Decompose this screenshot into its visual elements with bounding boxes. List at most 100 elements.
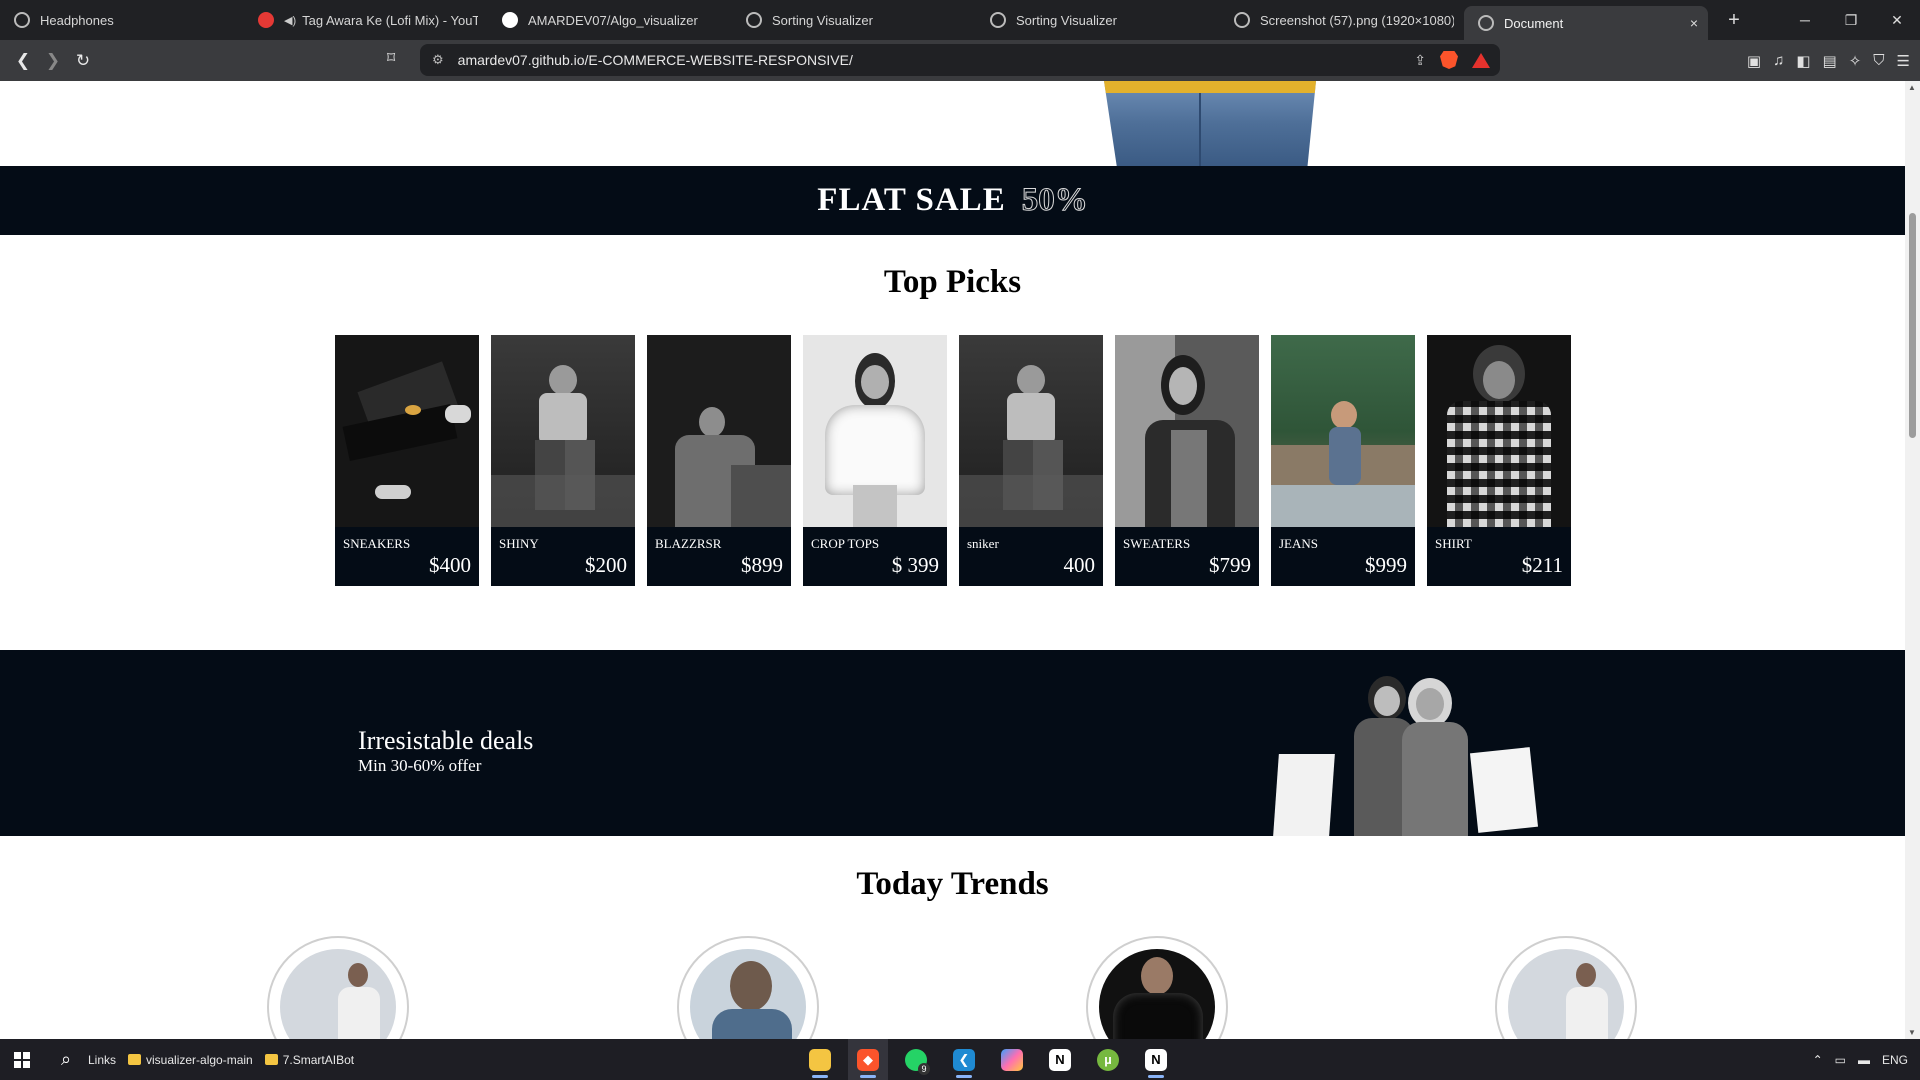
notion-app[interactable]: N — [1040, 1039, 1080, 1080]
youtube-icon — [258, 12, 274, 28]
browser-tab-strip: Headphones ◀) Tag Awara Ke (Lofi Mix) - … — [0, 0, 1920, 40]
battery-icon[interactable]: ▬ — [1858, 1053, 1870, 1067]
folder-label: visualizer-algo-main — [146, 1052, 253, 1067]
trend-item[interactable] — [1495, 936, 1637, 1039]
copilot-app[interactable] — [992, 1039, 1032, 1080]
brave-app[interactable]: ◆ — [848, 1039, 888, 1080]
top-picks-grid: SNEAKERS $400 SHINY $200 BLAZZRSR $899 C… — [335, 335, 1571, 586]
tab-screenshot[interactable]: Screenshot (57).png (1920×1080) — [1220, 4, 1464, 36]
trend-item[interactable] — [677, 936, 819, 1039]
speaker-icon[interactable]: ◀) — [284, 14, 296, 27]
tab-title: Screenshot (57).png (1920×1080) — [1260, 12, 1454, 28]
product-image — [803, 335, 947, 527]
flat-sale-text: FLAT SALE — [817, 182, 1006, 218]
product-card[interactable]: SHINY $200 — [491, 335, 635, 586]
site-settings-icon[interactable]: ⚙ — [432, 52, 444, 68]
notion-icon: N — [1049, 1048, 1071, 1071]
utorrent-icon: µ — [1097, 1048, 1119, 1071]
folder-icon — [128, 1054, 142, 1065]
product-card[interactable]: SNEAKERS $400 — [335, 335, 479, 586]
product-name: JEANS — [1279, 536, 1319, 551]
shopping-girls-image — [1273, 672, 1540, 836]
product-price: $899 — [741, 553, 783, 577]
brave-shields-icon[interactable] — [1440, 51, 1458, 69]
deals-heading: Irresistable deals — [358, 726, 534, 755]
whatsapp-app[interactable]: 9 — [896, 1039, 936, 1080]
trend-item[interactable] — [1086, 936, 1228, 1039]
trend-image — [1099, 949, 1215, 1039]
deals-subtitle: Min 30-60% offer — [358, 756, 482, 775]
scrollbar-thumb[interactable] — [1909, 213, 1916, 438]
tab-title: Sorting Visualizer — [772, 12, 873, 28]
vscode-icon: ❮ — [953, 1048, 975, 1071]
forward-icon[interactable]: ❯ — [38, 46, 68, 76]
browser-toolbar: ❮ ❯ ↻ ⌑ ⚙ amardev07.github.io/E-COMMERCE… — [0, 40, 1920, 81]
page-scrollbar[interactable]: ▲ ▼ — [1905, 81, 1920, 1039]
wallet-icon[interactable]: ▤ — [1823, 52, 1837, 70]
product-card[interactable]: CROP TOPS $ 399 — [803, 335, 947, 586]
notion-app-2[interactable]: N — [1136, 1039, 1176, 1080]
restore-icon[interactable]: ❐ — [1828, 0, 1874, 40]
minimize-icon[interactable]: ─ — [1782, 0, 1828, 40]
menu-icon[interactable]: ☰ — [1897, 52, 1910, 70]
scroll-up-icon[interactable]: ▲ — [1908, 83, 1916, 92]
windows-taskbar: ⌕ Links visualizer-algo-main 7.SmartAIBo… — [0, 1039, 1920, 1080]
tab-document[interactable]: Document × — [1464, 6, 1708, 40]
bookmark-icon[interactable]: ⌑ — [387, 48, 395, 68]
media-icon[interactable]: ♫ — [1773, 52, 1784, 69]
product-card[interactable]: SWEATERS $799 — [1115, 335, 1259, 586]
system-tray: ⌃ ▭ ▬ ENG — [1813, 1039, 1908, 1080]
search-icon[interactable]: ⌕ — [44, 1039, 88, 1080]
pinned-apps: ◆ 9 ❮ N µ N — [800, 1039, 1176, 1080]
brave-rewards-icon[interactable] — [1472, 52, 1490, 68]
product-name: SHINY — [499, 536, 539, 551]
tab-headphones[interactable]: Headphones — [0, 4, 244, 36]
globe-icon — [1234, 12, 1250, 28]
share-icon[interactable]: ⇪ — [1414, 52, 1426, 69]
product-name: SNEAKERS — [343, 536, 411, 551]
sidebar-icon[interactable]: ◧ — [1796, 52, 1810, 70]
screenshot-icon[interactable]: ▣ — [1747, 52, 1761, 70]
close-tab-icon[interactable]: × — [1690, 15, 1698, 31]
address-bar[interactable]: ⚙ amardev07.github.io/E-COMMERCE-WEBSITE… — [420, 44, 1500, 76]
web-page: FLAT SALE 50% Top Picks SNEAKERS $400 SH… — [0, 81, 1905, 1039]
url-text[interactable]: amardev07.github.io/E-COMMERCE-WEBSITE-R… — [458, 52, 853, 68]
trend-item[interactable] — [267, 936, 409, 1039]
chevron-up-icon[interactable]: ⌃ — [1813, 1053, 1823, 1067]
links-toolbar-label: Links — [88, 1052, 117, 1067]
start-button[interactable] — [0, 1039, 44, 1080]
tab-sorting-visualizer-2[interactable]: Sorting Visualizer — [976, 4, 1220, 36]
reload-icon[interactable]: ↻ — [68, 46, 98, 76]
product-card[interactable]: sniker 400 — [959, 335, 1103, 586]
vpn-icon[interactable]: ⛉ — [1873, 52, 1884, 69]
product-card[interactable]: BLAZZRSR $899 — [647, 335, 791, 586]
back-icon[interactable]: ❮ — [8, 46, 38, 76]
notification-badge: 9 — [918, 1063, 930, 1075]
leo-ai-icon[interactable]: ✧ — [1849, 52, 1862, 70]
product-image — [1271, 335, 1415, 527]
taskbar-folder-smartaibot[interactable]: 7.SmartAIBot — [264, 1052, 355, 1067]
top-picks-title: Top Picks — [883, 264, 1022, 300]
tab-title: Tag Awara Ke (Lofi Mix) - YouTube — [302, 12, 478, 28]
product-card[interactable]: SHIRT $211 — [1427, 335, 1571, 586]
tab-youtube[interactable]: ◀) Tag Awara Ke (Lofi Mix) - YouTube — [244, 4, 488, 36]
copilot-icon — [1001, 1048, 1023, 1071]
utorrent-app[interactable]: µ — [1088, 1039, 1128, 1080]
display-icon[interactable]: ▭ — [1835, 1053, 1846, 1067]
scroll-down-icon[interactable]: ▼ — [1908, 1028, 1916, 1037]
product-name: sniker — [967, 536, 999, 551]
flat-sale-banner: FLAT SALE 50% — [0, 166, 1905, 235]
taskbar-folder-visualizer[interactable]: visualizer-algo-main — [128, 1053, 253, 1067]
toolbar-right: ▣ ♫ ◧ ▤ ✧ ⛉ ☰ — [1747, 40, 1910, 81]
vscode-app[interactable]: ❮ — [944, 1039, 984, 1080]
folder-label: 7.SmartAIBot — [282, 1052, 355, 1067]
tab-sorting-visualizer-1[interactable]: Sorting Visualizer — [732, 4, 976, 36]
tab-title: Headphones — [40, 12, 114, 28]
close-window-icon[interactable]: ✕ — [1874, 0, 1920, 40]
tab-title: Sorting Visualizer — [1016, 12, 1117, 28]
new-tab-button[interactable]: + — [1722, 9, 1746, 32]
tab-github[interactable]: AMARDEV07/Algo_visualizer — [488, 4, 732, 36]
product-card[interactable]: JEANS $999 — [1271, 335, 1415, 586]
language-indicator[interactable]: ENG — [1882, 1053, 1908, 1067]
file-explorer-app[interactable] — [800, 1039, 840, 1080]
